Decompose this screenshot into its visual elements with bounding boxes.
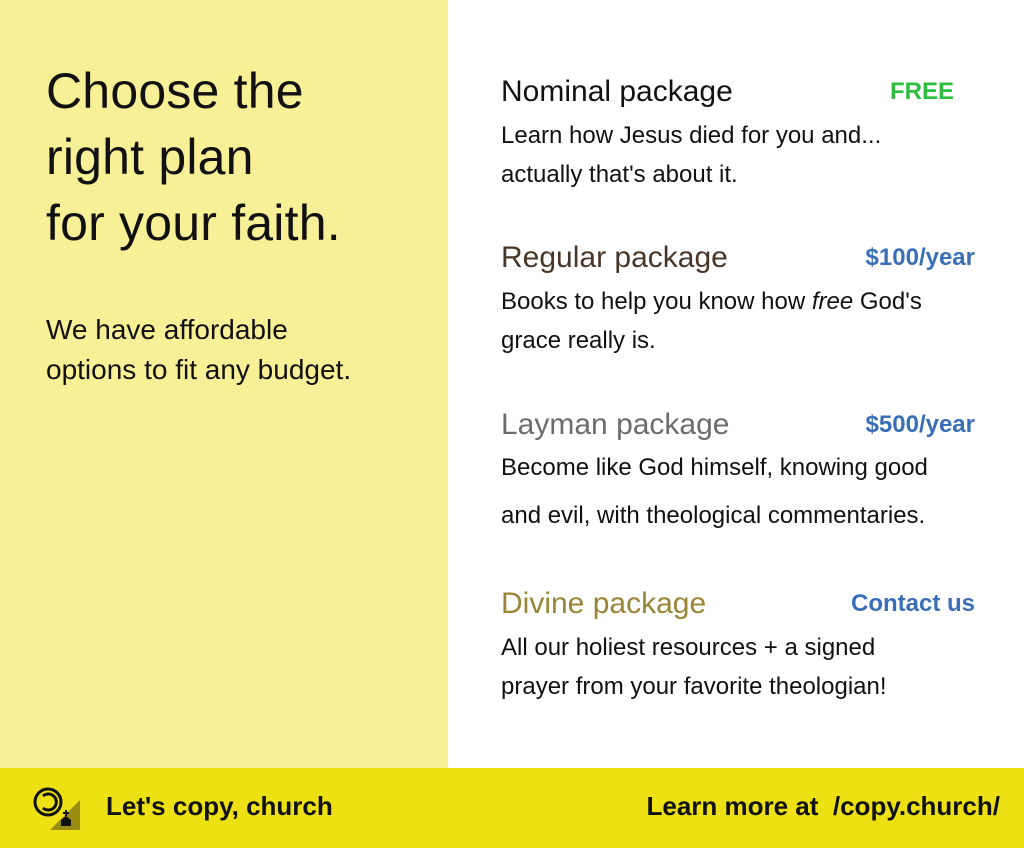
headline-line: Choose the	[46, 63, 304, 119]
plan-description-line: Learn how Jesus died for you and...	[501, 122, 882, 149]
plan-price: $100/year	[865, 244, 975, 271]
plan-description-line: prayer from your favorite theologian!	[501, 673, 887, 700]
plan-description: Become like God himself, knowing good an…	[501, 444, 928, 540]
plan-layman: Layman package $500/year Become like God…	[501, 407, 981, 537]
plan-description-line: Become like God himself, knowing good	[501, 454, 928, 481]
page-title: Choose the right plan for your faith.	[46, 58, 341, 256]
plan-title: Divine package	[501, 587, 707, 620]
headline-line: right plan	[46, 129, 254, 185]
subheading: We have affordable options to fit any bu…	[46, 310, 426, 390]
plan-description-line: Books to help you know how free God's	[501, 282, 922, 321]
plan-title: Nominal package	[501, 75, 733, 108]
page: Choose the right plan for your faith. We…	[0, 0, 1024, 848]
footer-learn-more-link[interactable]: Learn more at /copy.church/	[646, 790, 1000, 822]
footer-tagline: Let's copy, church	[106, 791, 333, 821]
plan-title: Layman package	[501, 408, 730, 441]
plan-title: Regular package	[501, 241, 728, 274]
plan-regular: Regular package $100/year Books to help …	[501, 240, 981, 360]
plan-price: FREE	[889, 78, 954, 105]
footer: Let's copy, church Learn more at /copy.c…	[0, 768, 1024, 848]
subheading-line: We have affordable	[46, 314, 288, 345]
plan-price: $500/year	[865, 411, 975, 438]
plan-description-line: All our holiest resources + a signed	[501, 634, 876, 661]
subheading-line: options to fit any budget.	[46, 354, 352, 385]
left-panel: Choose the right plan for your faith. We…	[0, 0, 448, 768]
plan-description: Learn how Jesus died for you and... actu…	[501, 116, 881, 194]
plan-description-text: God's	[853, 288, 922, 315]
headline-line: for your faith.	[46, 195, 341, 251]
copyleft-church-logo-icon-svg	[33, 787, 80, 830]
plan-divine: Divine package Contact us All our holies…	[501, 586, 981, 706]
plan-description: Books to help you know how free God's gr…	[501, 282, 922, 360]
contact-us-link[interactable]: Contact us	[851, 589, 975, 619]
plan-description-line: actually that's about it.	[501, 161, 738, 188]
plan-nominal: Nominal package FREE Learn how Jesus die…	[501, 74, 981, 194]
plan-description: All our holiest resources + a signed pra…	[501, 628, 887, 706]
copyleft-church-logo-icon	[33, 786, 81, 832]
plan-description-text: Books to help you know how	[501, 288, 812, 315]
plan-description-line: and evil, with theological commentaries.	[501, 502, 926, 529]
plan-description-line: grace really is.	[501, 327, 656, 354]
plan-description-emphasis: free	[811, 288, 854, 315]
